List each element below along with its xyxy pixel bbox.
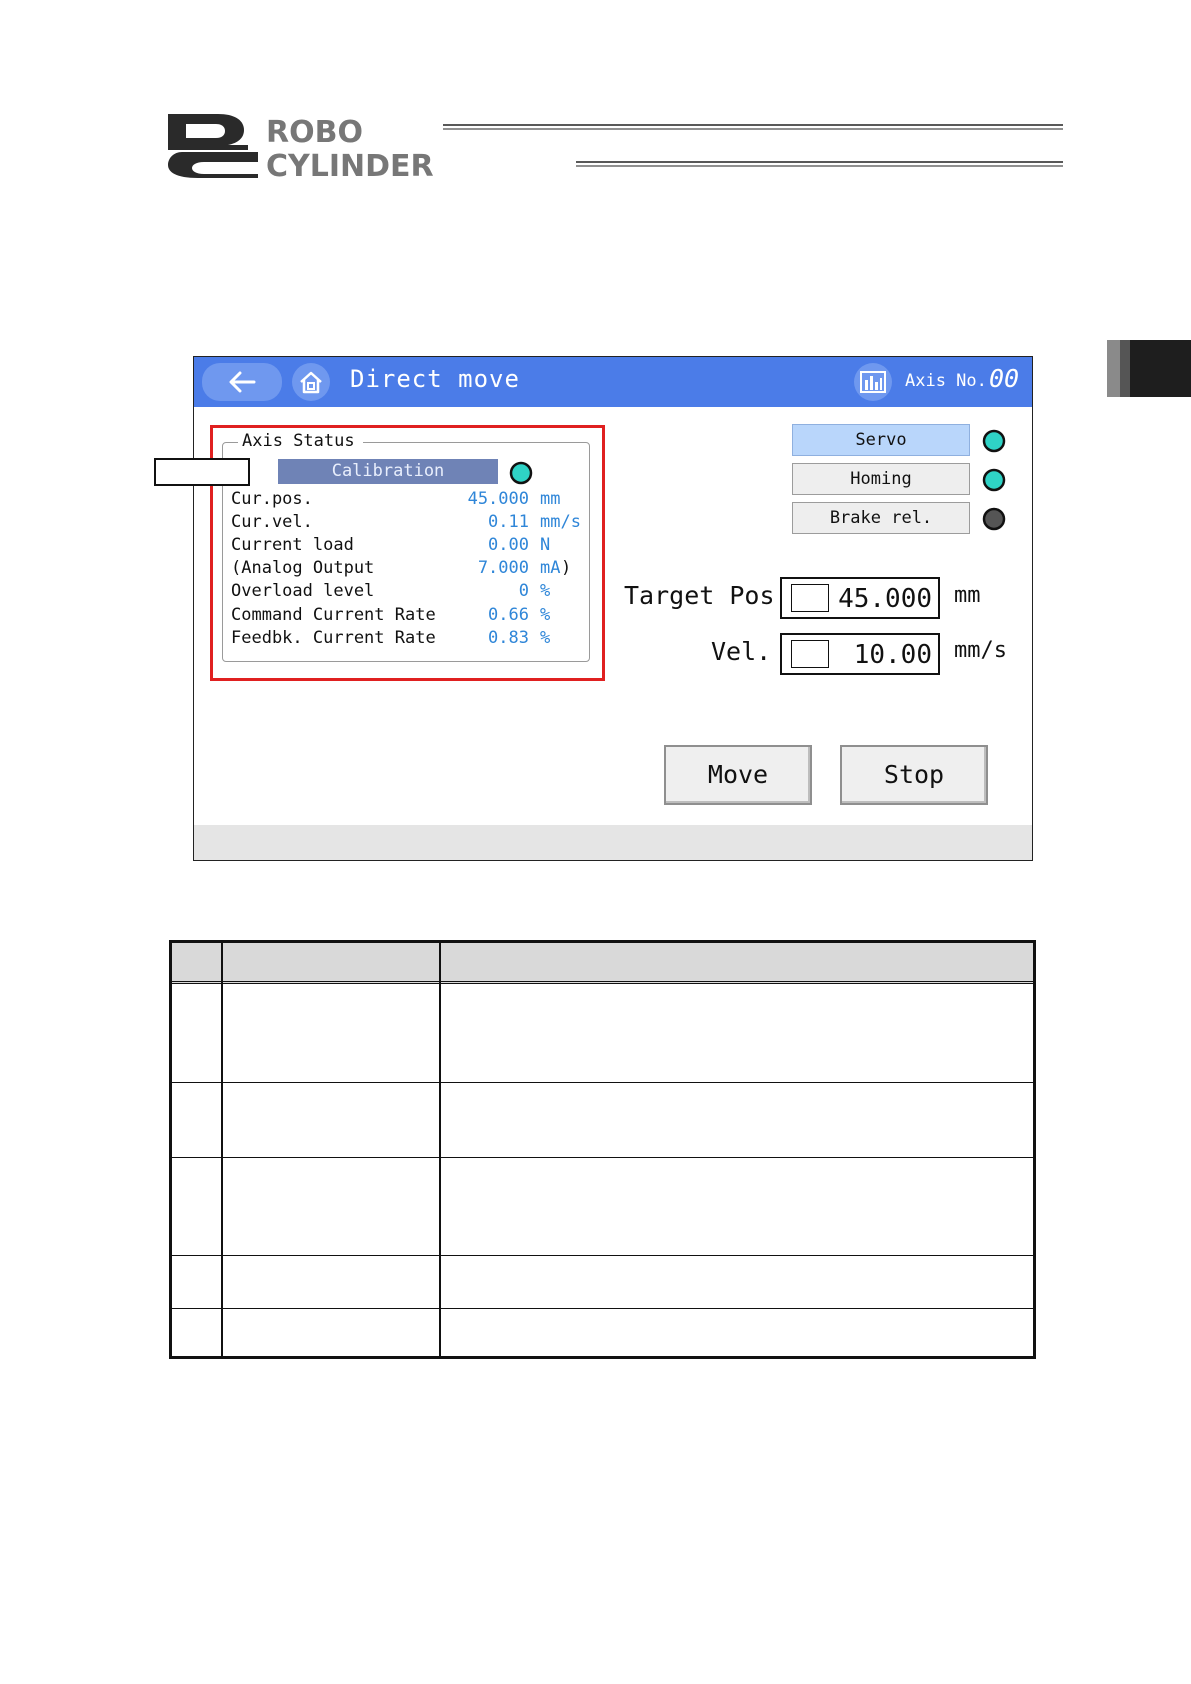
feedbk-current-rate-unit: % xyxy=(540,628,551,648)
logo-text-cylinder: CYLINDER xyxy=(266,149,434,178)
overload-level-label: Overload level xyxy=(231,581,375,601)
command-current-rate-unit: % xyxy=(540,605,551,625)
analog-output-close-paren: ) xyxy=(561,558,572,578)
calibration-button[interactable]: Calibration xyxy=(278,459,498,484)
calibration-status-led xyxy=(509,461,533,485)
target-pos-label: Target Pos. xyxy=(624,581,790,610)
screen-title: Direct move xyxy=(350,365,520,393)
servo-button[interactable]: Servo xyxy=(792,424,970,456)
direct-move-screen: Direct move Axis No. 00 Axis Status Cali… xyxy=(193,356,1033,861)
axis-status-legend: Axis Status xyxy=(238,431,363,451)
velocity-unit: mm/s xyxy=(954,638,1007,663)
back-arrow-icon xyxy=(229,371,256,393)
brake-release-button[interactable]: Brake rel. xyxy=(792,502,970,534)
servo-status-led xyxy=(982,429,1006,453)
current-load-label: Current load xyxy=(231,535,354,555)
graph-icon xyxy=(860,371,886,393)
cur-pos-value: 45.000 xyxy=(467,489,529,509)
home-icon xyxy=(300,371,322,394)
cur-vel-value: 0.11 xyxy=(488,512,529,532)
homing-status-led xyxy=(982,468,1006,492)
feedbk-current-rate-value: 0.83 xyxy=(488,628,529,648)
table-row xyxy=(172,1255,1033,1256)
chapter-tab-marker xyxy=(1107,340,1191,397)
move-button[interactable]: Move xyxy=(664,745,812,805)
table-header-row xyxy=(172,943,1033,984)
table-column-divider xyxy=(439,943,441,1356)
homing-button[interactable]: Homing xyxy=(792,463,970,495)
velocity-value: 10.00 xyxy=(853,640,932,670)
overload-level-value: 0 xyxy=(518,581,529,601)
table-column-divider xyxy=(221,943,223,1356)
velocity-field[interactable]: 10.00 xyxy=(780,633,940,675)
cur-pos-unit: mm xyxy=(540,489,561,509)
bottom-status-bar xyxy=(194,825,1032,860)
table-row xyxy=(172,1082,1033,1083)
callout-label-box xyxy=(154,458,250,486)
cur-vel-unit: mm/s xyxy=(540,512,581,532)
robo-cylinder-logo: ROBO CYLINDER xyxy=(168,114,1063,178)
table-row xyxy=(172,1157,1033,1158)
current-load-value: 0.00 xyxy=(488,535,529,555)
brake-status-led xyxy=(982,507,1006,531)
home-button[interactable] xyxy=(292,363,330,401)
target-pos-field[interactable]: 45.000 xyxy=(780,577,940,619)
target-pos-checkbox[interactable] xyxy=(791,584,829,612)
description-table xyxy=(169,940,1036,1359)
analog-output-label: (Analog Output xyxy=(231,558,375,578)
analog-output-value: 7.000 xyxy=(477,558,529,578)
current-load-unit: N xyxy=(540,535,551,555)
cur-vel-label: Cur.vel. xyxy=(231,512,313,532)
analog-output-unit: mA xyxy=(540,558,561,578)
table-row xyxy=(172,1308,1033,1309)
velocity-label: Vel. xyxy=(711,637,772,666)
feedbk-current-rate-label: Feedbk. Current Rate xyxy=(231,628,436,648)
back-button[interactable] xyxy=(202,363,282,401)
target-pos-value: 45.000 xyxy=(838,584,932,614)
title-bar: Direct move Axis No. 00 xyxy=(194,357,1032,407)
velocity-checkbox[interactable] xyxy=(791,640,829,668)
axis-number-label: Axis No. xyxy=(905,371,987,391)
target-pos-unit: mm xyxy=(954,583,981,608)
command-current-rate-value: 0.66 xyxy=(488,605,529,625)
stop-button[interactable]: Stop xyxy=(840,745,988,805)
axis-number-value[interactable]: 00 xyxy=(989,364,1019,393)
logo-text-robo: ROBO xyxy=(266,115,363,150)
overload-level-unit: % xyxy=(540,581,551,601)
command-current-rate-label: Command Current Rate xyxy=(231,605,436,625)
cur-pos-label: Cur.pos. xyxy=(231,489,313,509)
graph-button[interactable] xyxy=(854,363,892,401)
